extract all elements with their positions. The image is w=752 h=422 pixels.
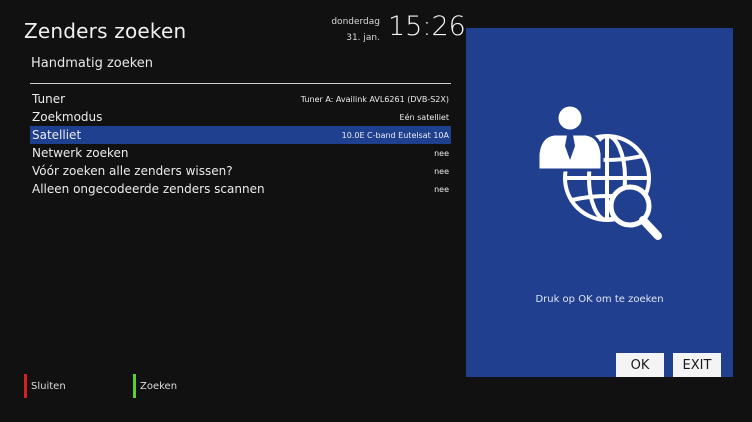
setting-value: nee bbox=[434, 166, 449, 176]
setting-value: nee bbox=[434, 184, 449, 194]
settings-list: Tuner Tuner A: Availink AVL6261 (DVB-S2X… bbox=[30, 90, 451, 198]
search-info-panel: Druk op OK om te zoeken OK EXIT bbox=[466, 28, 733, 377]
setting-label: Satelliet bbox=[32, 128, 82, 142]
page-title: Zenders zoeken bbox=[24, 19, 187, 43]
setting-label: Tuner bbox=[32, 92, 66, 106]
separator-line bbox=[30, 83, 451, 84]
setting-row-tuner[interactable]: Tuner Tuner A: Availink AVL6261 (DVB-S2X… bbox=[30, 90, 451, 108]
setting-value: nee bbox=[434, 148, 449, 158]
green-key-label: Zoeken bbox=[140, 380, 178, 392]
setting-label: Netwerk zoeken bbox=[32, 146, 129, 160]
setting-value: Tuner A: Availink AVL6261 (DVB-S2X) bbox=[300, 94, 449, 104]
setting-value: 10.0E C-band Eutelsat 10A bbox=[341, 130, 449, 140]
clock-date: donderdag 31. jan. bbox=[320, 14, 380, 46]
setting-row-netwerk-zoeken[interactable]: Netwerk zoeken nee bbox=[30, 144, 451, 162]
person-globe-search-icon bbox=[536, 103, 662, 240]
setting-label: Alleen ongecodeerde zenders scannen bbox=[32, 182, 265, 196]
clock-time: 15:26 bbox=[388, 11, 466, 42]
setting-value: Eén satelliet bbox=[399, 112, 449, 122]
green-key-icon bbox=[133, 374, 136, 398]
setting-label: Vóór zoeken alle zenders wissen? bbox=[32, 164, 233, 178]
red-key-icon bbox=[24, 374, 27, 398]
setting-row-satelliet[interactable]: Satelliet 10.0E C-band Eutelsat 10A bbox=[30, 126, 451, 144]
ok-button[interactable]: OK bbox=[616, 353, 664, 377]
red-key-label: Sluiten bbox=[31, 380, 66, 392]
setting-row-ongecodeerd[interactable]: Alleen ongecodeerde zenders scannen nee bbox=[30, 180, 451, 198]
red-key-sluiten[interactable]: Sluiten bbox=[24, 374, 66, 398]
exit-button[interactable]: EXIT bbox=[673, 353, 721, 377]
setting-row-zoekmodus[interactable]: Zoekmodus Eén satelliet bbox=[30, 108, 451, 126]
setting-label: Zoekmodus bbox=[32, 110, 103, 124]
clock-date-value: 31. jan. bbox=[346, 33, 380, 43]
green-key-zoeken[interactable]: Zoeken bbox=[133, 374, 177, 398]
setting-row-zenders-wissen[interactable]: Vóór zoeken alle zenders wissen? nee bbox=[30, 162, 451, 180]
section-subtitle: Handmatig zoeken bbox=[31, 56, 154, 71]
clock-day: donderdag bbox=[331, 17, 380, 27]
panel-hint-text: Druk op OK om te zoeken bbox=[535, 294, 664, 305]
